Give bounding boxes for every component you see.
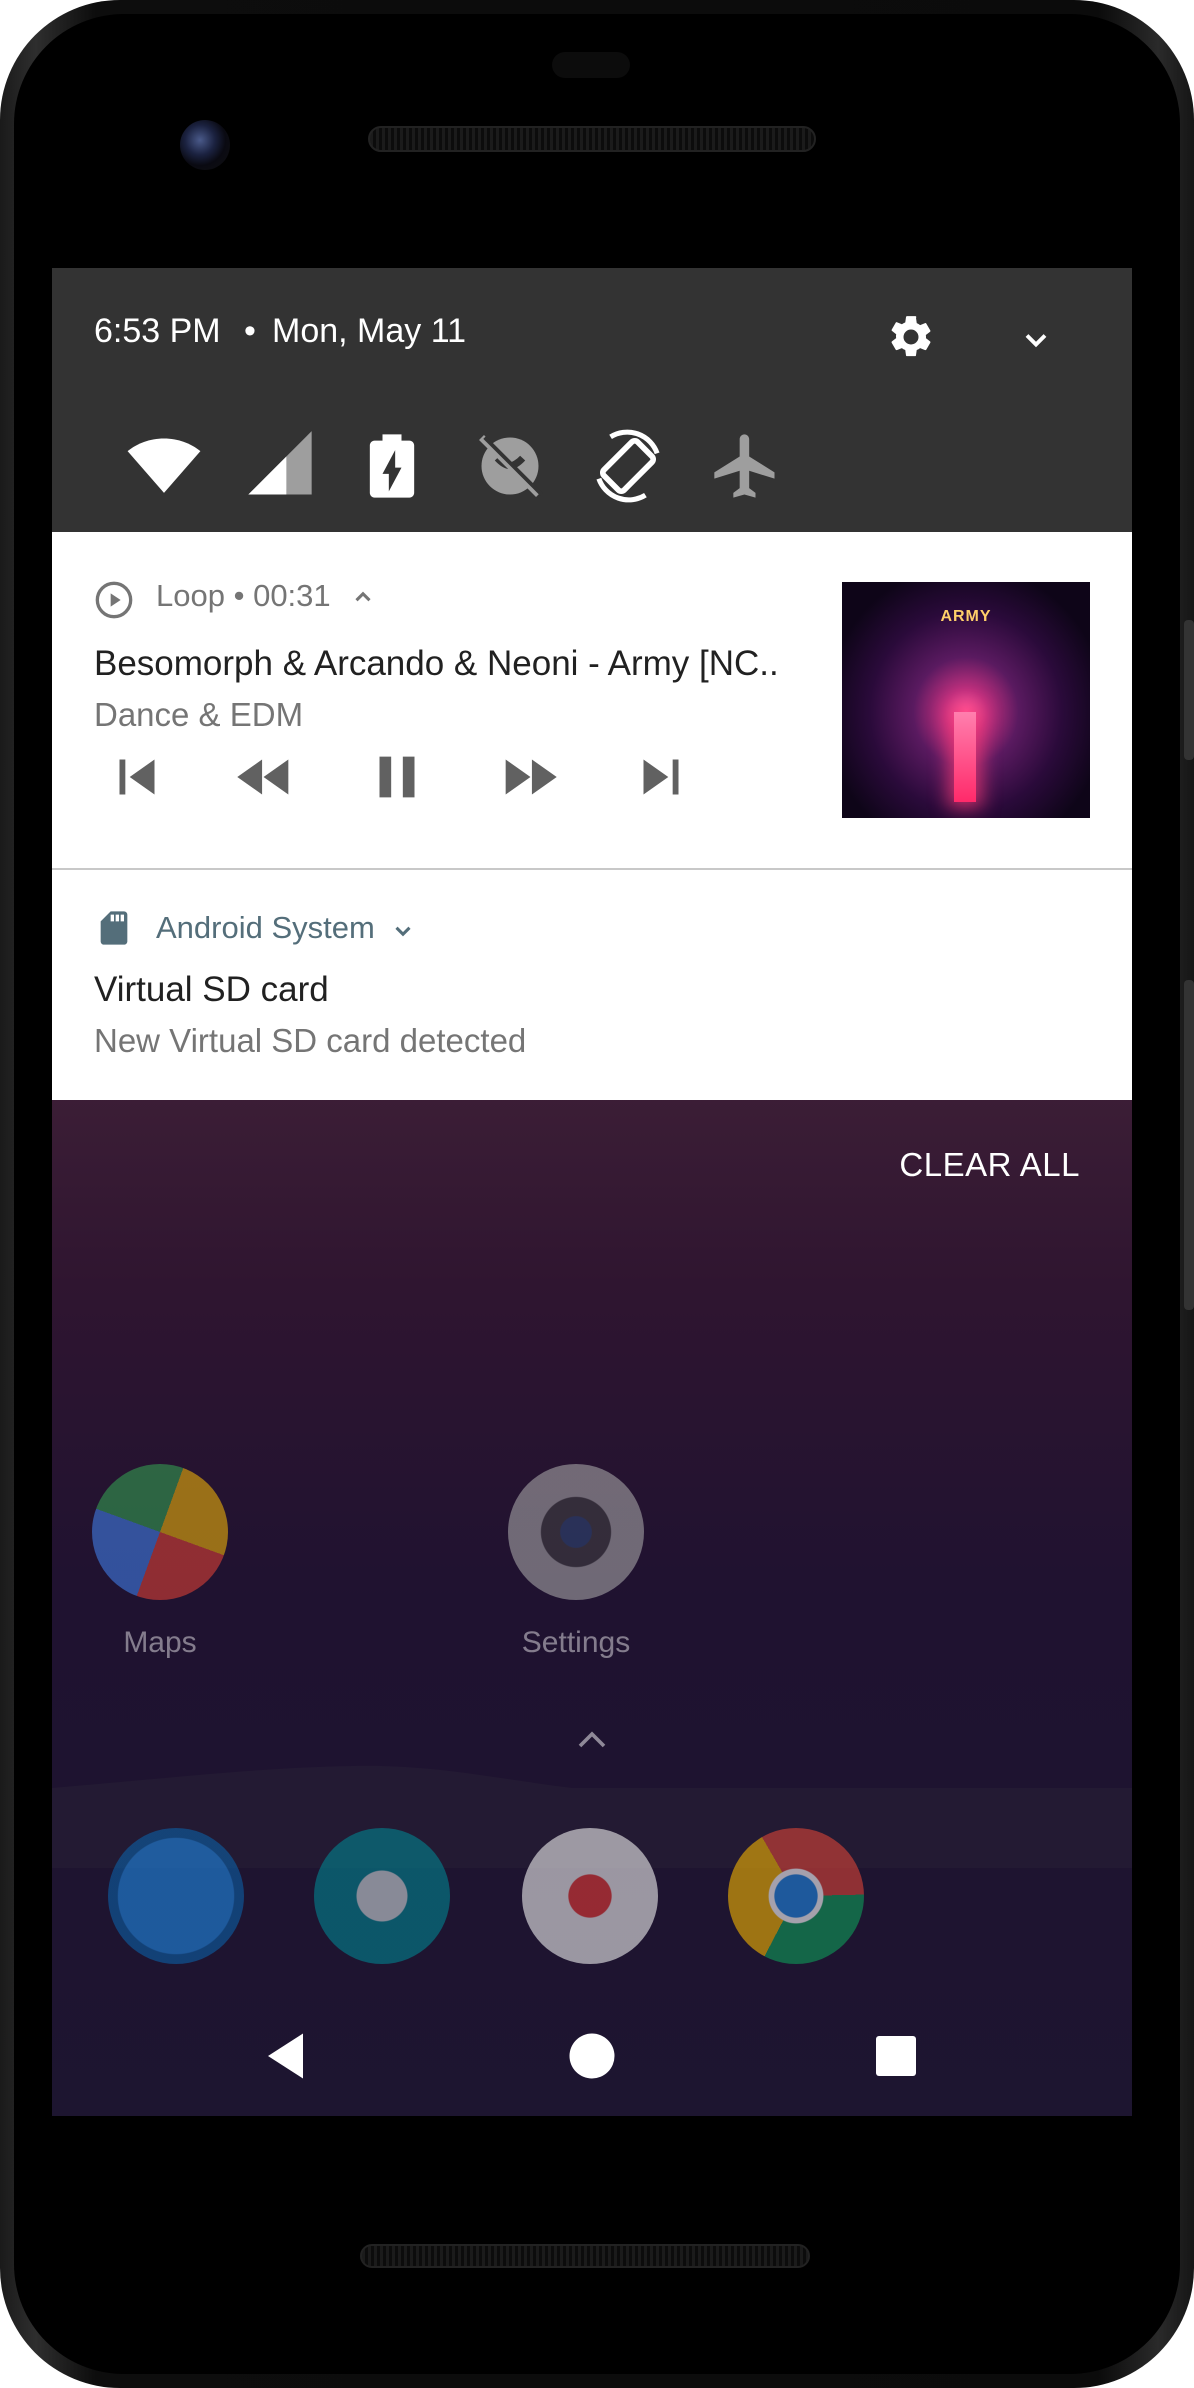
media-title: Besomorph & Arcando & Neoni - Army [NC.. bbox=[94, 644, 779, 683]
app-label-settings: Settings bbox=[521, 1626, 631, 1659]
wifi-icon[interactable] bbox=[126, 428, 202, 504]
phone-frame: 6:53 PM • Mon, May 11 Loop • 00:31 Besom… bbox=[0, 0, 1194, 2388]
album-art: ARMY bbox=[842, 582, 1090, 818]
settings-app-icon bbox=[508, 1464, 644, 1600]
status-time: 6:53 PM bbox=[94, 312, 221, 350]
app-maps[interactable]: Maps bbox=[90, 1464, 230, 1660]
system-notification[interactable]: Android System Virtual SD card New Virtu… bbox=[52, 870, 1132, 1100]
data-saver-off-icon[interactable] bbox=[472, 428, 548, 504]
system-title: Virtual SD card bbox=[94, 970, 329, 1009]
skip-previous-icon[interactable] bbox=[102, 742, 172, 812]
settings-gear-icon[interactable] bbox=[886, 312, 936, 362]
recents-icon[interactable] bbox=[866, 2026, 926, 2086]
maps-icon bbox=[92, 1464, 228, 1600]
quick-settings-panel: 6:53 PM • Mon, May 11 bbox=[52, 268, 1132, 532]
earpiece-speaker bbox=[368, 126, 816, 152]
media-app-name: Loop bbox=[156, 578, 225, 613]
battery-charging-icon[interactable] bbox=[354, 428, 430, 504]
back-icon[interactable] bbox=[258, 2026, 318, 2086]
home-icon[interactable] bbox=[562, 2026, 622, 2086]
app-settings[interactable]: Settings bbox=[506, 1464, 646, 1660]
media-subtitle: Dance & EDM bbox=[94, 696, 304, 733]
media-separator: • bbox=[233, 578, 245, 613]
expand-notification-icon[interactable] bbox=[390, 918, 416, 944]
collapse-chevron-icon[interactable] bbox=[350, 584, 376, 610]
airplane-mode-icon[interactable] bbox=[708, 428, 784, 504]
media-elapsed: 00:31 bbox=[253, 578, 331, 613]
chrome-icon[interactable] bbox=[728, 1828, 864, 1964]
phone-icon[interactable] bbox=[108, 1828, 244, 1964]
screen: 6:53 PM • Mon, May 11 Loop • 00:31 Besom… bbox=[52, 268, 1132, 2116]
proximity-sensor bbox=[552, 52, 630, 78]
fast-forward-icon[interactable] bbox=[494, 742, 564, 812]
app-label-maps: Maps bbox=[123, 1626, 197, 1659]
status-date: Mon, May 11 bbox=[272, 312, 467, 350]
status-separator: • bbox=[244, 312, 256, 350]
system-text: New Virtual SD card detected bbox=[94, 1022, 527, 1059]
cellular-signal-icon[interactable] bbox=[242, 428, 318, 504]
album-art-portal bbox=[954, 712, 976, 802]
expand-chevron-icon[interactable] bbox=[1016, 322, 1056, 358]
system-app-name: Android System bbox=[156, 910, 375, 945]
bottom-speaker bbox=[360, 2244, 810, 2268]
album-art-text: ARMY bbox=[940, 608, 992, 625]
power-button bbox=[1184, 620, 1194, 760]
rewind-icon[interactable] bbox=[230, 742, 300, 812]
skip-next-icon[interactable] bbox=[626, 742, 696, 812]
clear-all-button[interactable]: CLEAR ALL bbox=[899, 1146, 1080, 1184]
gmail-icon[interactable] bbox=[522, 1828, 658, 1964]
media-header: Loop • 00:31 bbox=[156, 578, 331, 614]
front-camera bbox=[180, 120, 230, 170]
messages-icon[interactable] bbox=[314, 1828, 450, 1964]
sd-card-icon bbox=[100, 911, 128, 945]
play-circle-icon bbox=[95, 581, 133, 619]
auto-rotate-icon[interactable] bbox=[590, 428, 666, 504]
volume-rocker bbox=[1184, 980, 1194, 1310]
pause-icon[interactable] bbox=[362, 742, 432, 812]
